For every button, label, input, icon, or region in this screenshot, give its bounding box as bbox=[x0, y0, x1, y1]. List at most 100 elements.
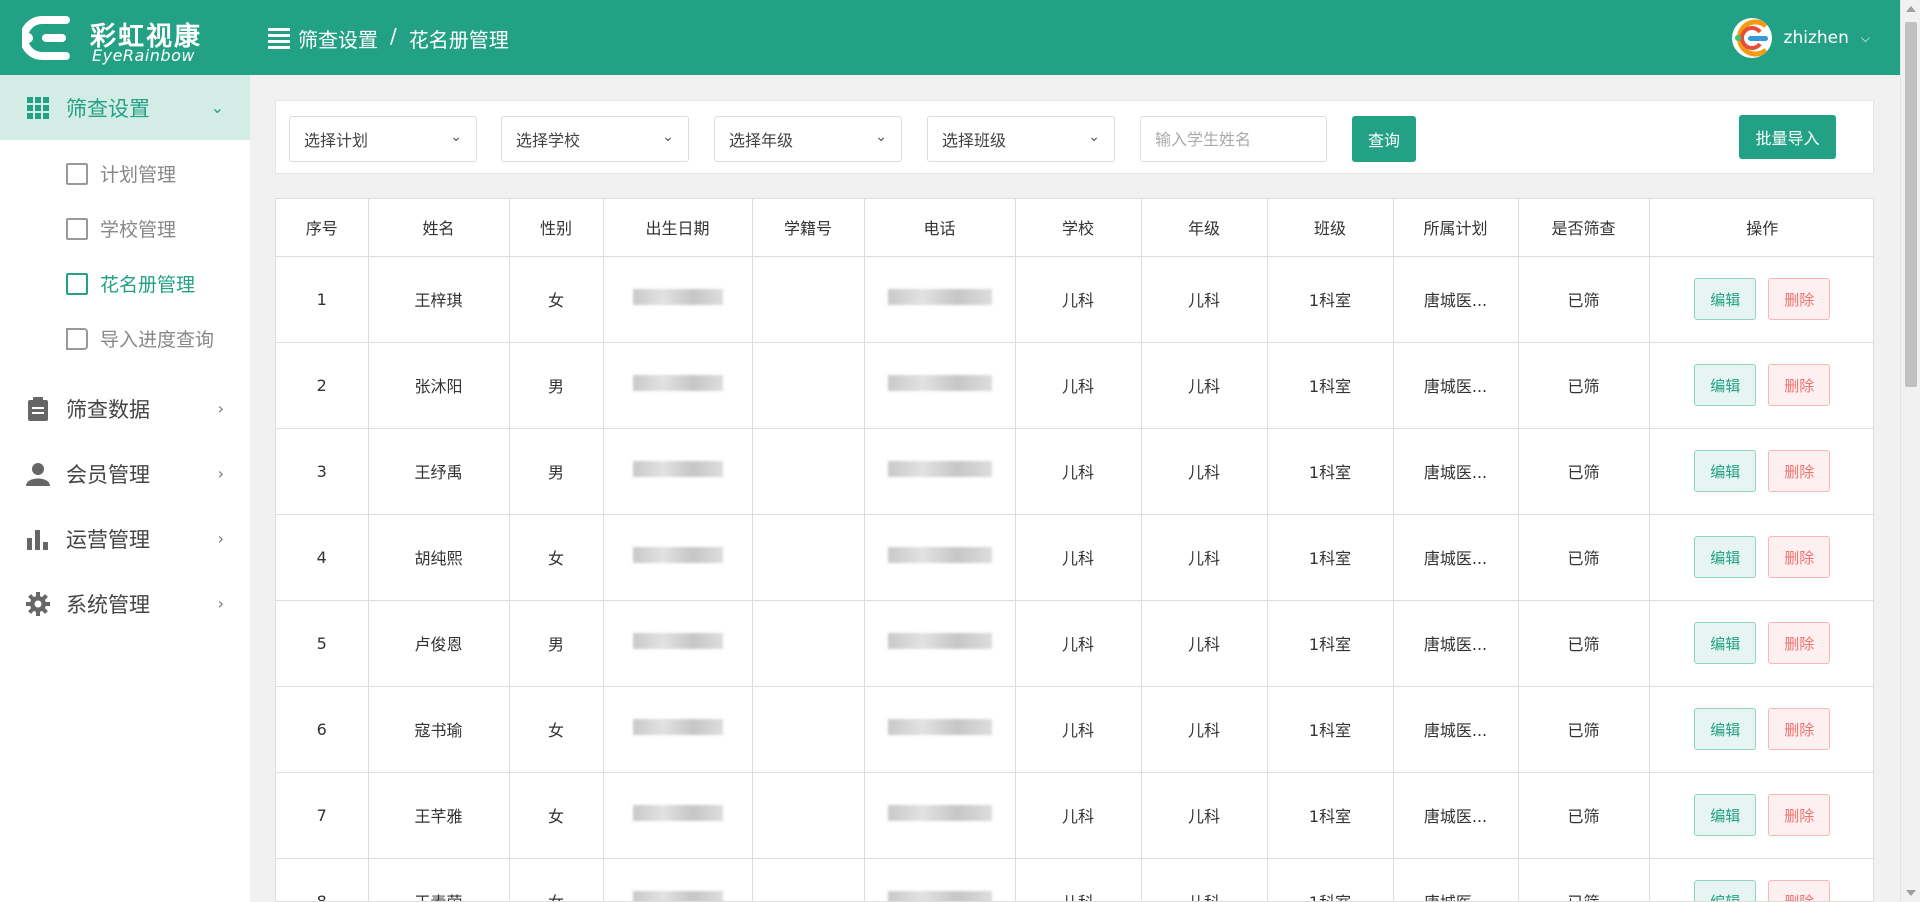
edit-button[interactable]: 编辑 bbox=[1694, 364, 1757, 406]
cell-grade: 儿科 bbox=[1141, 256, 1268, 343]
chevron-down-icon: ⌄ bbox=[875, 129, 887, 145]
class-select-value: 选择班级 bbox=[942, 131, 1007, 150]
sidebar-subitem-label: 计划管理 bbox=[100, 164, 177, 186]
sidebar-subitem-roster-management[interactable]: 花名册管理 bbox=[0, 256, 250, 311]
column-header[interactable]: 出生日期 bbox=[603, 199, 753, 257]
edit-button[interactable]: 编辑 bbox=[1694, 880, 1757, 901]
column-header[interactable]: 年级 bbox=[1141, 199, 1268, 257]
column-header[interactable]: 性别 bbox=[509, 199, 604, 257]
query-button[interactable]: 查询 bbox=[1352, 116, 1416, 162]
class-select[interactable]: 选择班级 ⌄ bbox=[927, 116, 1115, 162]
cell-plan: 唐城医... bbox=[1393, 772, 1519, 859]
cell-student-id bbox=[752, 858, 865, 901]
cell-student-id bbox=[752, 256, 865, 343]
column-header[interactable]: 班级 bbox=[1267, 199, 1394, 257]
cell-student-id bbox=[752, 342, 865, 429]
row-actions: 编辑 删除 bbox=[1650, 708, 1874, 750]
cell-actions: 编辑 删除 bbox=[1649, 514, 1873, 601]
delete-button[interactable]: 删除 bbox=[1768, 708, 1831, 750]
cell-birthdate-redacted bbox=[603, 686, 753, 773]
table-row: 1 王梓琪女儿科 儿科 1科室 唐城医... 已筛 编辑 删除 bbox=[276, 256, 1873, 343]
grade-select-value: 选择年级 bbox=[729, 131, 794, 150]
chevron-down-icon: ⌄ bbox=[662, 129, 674, 145]
cell-no: 1 bbox=[276, 256, 369, 343]
cell-class: 1科室 bbox=[1267, 772, 1394, 859]
column-header[interactable]: 序号 bbox=[276, 199, 369, 257]
delete-button[interactable]: 删除 bbox=[1768, 880, 1831, 901]
cell-birthdate-redacted bbox=[603, 600, 753, 687]
sidebar-subitem-school-management[interactable]: 学校管理 bbox=[0, 201, 250, 256]
sidebar-subitem-plan-management[interactable]: 计划管理 bbox=[0, 146, 250, 201]
cell-birthdate-redacted bbox=[603, 514, 753, 601]
plan-icon bbox=[66, 162, 88, 185]
redacted-value bbox=[887, 375, 992, 391]
scroll-down-icon[interactable] bbox=[1906, 890, 1916, 896]
cell-name: 王纾禹 bbox=[368, 428, 510, 515]
delete-button[interactable]: 删除 bbox=[1768, 536, 1831, 578]
cell-actions: 编辑 删除 bbox=[1649, 342, 1873, 429]
cell-gender: 女 bbox=[509, 686, 604, 773]
sidebar-item-screening-data[interactable]: 筛查数据 › bbox=[0, 376, 250, 441]
cell-class: 1科室 bbox=[1267, 256, 1394, 343]
page-scrollbar[interactable] bbox=[1900, 0, 1920, 902]
batch-import-button[interactable]: 批量导入 bbox=[1739, 115, 1836, 159]
menu-toggle-icon[interactable] bbox=[268, 28, 290, 49]
cell-class: 1科室 bbox=[1267, 858, 1394, 901]
column-header[interactable]: 学校 bbox=[1015, 199, 1142, 257]
edit-button[interactable]: 编辑 bbox=[1694, 536, 1757, 578]
rainbow-logo-icon bbox=[1734, 19, 1768, 57]
brand-logo[interactable]: 彩虹视康 EyeRainbow bbox=[22, 12, 212, 65]
breadcrumb-separator: / bbox=[390, 24, 397, 48]
cell-school: 儿科 bbox=[1015, 342, 1142, 429]
plan-select[interactable]: 选择计划 ⌄ bbox=[289, 116, 477, 162]
cell-grade: 儿科 bbox=[1141, 686, 1268, 773]
cell-screened: 已筛 bbox=[1518, 256, 1650, 343]
cell-name: 卢俊恩 bbox=[368, 600, 510, 687]
sidebar-item-system-management[interactable]: 系统管理 › bbox=[0, 571, 250, 636]
table-row: 7 王芊雅女儿科 儿科 1科室 唐城医... 已筛 编辑 删除 bbox=[276, 772, 1873, 859]
redacted-value bbox=[632, 891, 723, 901]
redacted-value bbox=[632, 375, 723, 391]
sidebar-item-label: 筛查数据 bbox=[66, 397, 150, 422]
cell-screened: 已筛 bbox=[1518, 514, 1650, 601]
delete-button[interactable]: 删除 bbox=[1768, 622, 1831, 664]
edit-button[interactable]: 编辑 bbox=[1694, 794, 1757, 836]
breadcrumb-item[interactable]: 筛查设置 bbox=[298, 24, 378, 53]
delete-button[interactable]: 删除 bbox=[1768, 364, 1831, 406]
grade-select[interactable]: 选择年级 ⌄ bbox=[714, 116, 902, 162]
scrollbar-thumb[interactable] bbox=[1905, 22, 1917, 387]
delete-button[interactable]: 删除 bbox=[1768, 278, 1831, 320]
column-header[interactable]: 电话 bbox=[864, 199, 1016, 257]
delete-button[interactable]: 删除 bbox=[1768, 450, 1831, 492]
column-header[interactable]: 是否筛查 bbox=[1518, 199, 1650, 257]
sidebar-item-screening-settings[interactable]: 筛查设置 ⌄ bbox=[0, 75, 250, 140]
cell-phone-redacted bbox=[864, 858, 1016, 901]
column-header[interactable]: 姓名 bbox=[368, 199, 510, 257]
school-select[interactable]: 选择学校 ⌄ bbox=[501, 116, 689, 162]
edit-button[interactable]: 编辑 bbox=[1694, 708, 1757, 750]
column-header[interactable]: 学籍号 bbox=[752, 199, 865, 257]
redacted-value bbox=[887, 719, 992, 735]
cell-student-id bbox=[752, 428, 865, 515]
redacted-value bbox=[887, 633, 992, 649]
cell-school: 儿科 bbox=[1015, 256, 1142, 343]
cell-screened: 已筛 bbox=[1518, 342, 1650, 429]
cell-class: 1科室 bbox=[1267, 342, 1394, 429]
scroll-up-icon[interactable] bbox=[1906, 6, 1916, 12]
edit-button[interactable]: 编辑 bbox=[1694, 622, 1757, 664]
sidebar-item-label: 会员管理 bbox=[66, 462, 150, 487]
sidebar-item-operations-management[interactable]: 运营管理 › bbox=[0, 506, 250, 571]
cell-grade: 儿科 bbox=[1141, 428, 1268, 515]
delete-button[interactable]: 删除 bbox=[1768, 794, 1831, 836]
cell-class: 1科室 bbox=[1267, 428, 1394, 515]
user-menu[interactable]: zhizhen ⌵ bbox=[1731, 18, 1870, 58]
table-header-row: 序号 姓名 性别 出生日期 学籍号 电话 学校 年级 班级 所属计划 是否筛查 … bbox=[276, 199, 1873, 257]
student-name-input[interactable] bbox=[1140, 116, 1327, 162]
sidebar-item-member-management[interactable]: 会员管理 › bbox=[0, 441, 250, 506]
edit-button[interactable]: 编辑 bbox=[1694, 278, 1757, 320]
avatar bbox=[1731, 18, 1772, 58]
cell-grade: 儿科 bbox=[1141, 514, 1268, 601]
sidebar-subitem-import-progress[interactable]: 导入进度查询 bbox=[0, 311, 250, 366]
edit-button[interactable]: 编辑 bbox=[1694, 450, 1757, 492]
column-header[interactable]: 所属计划 bbox=[1393, 199, 1519, 257]
